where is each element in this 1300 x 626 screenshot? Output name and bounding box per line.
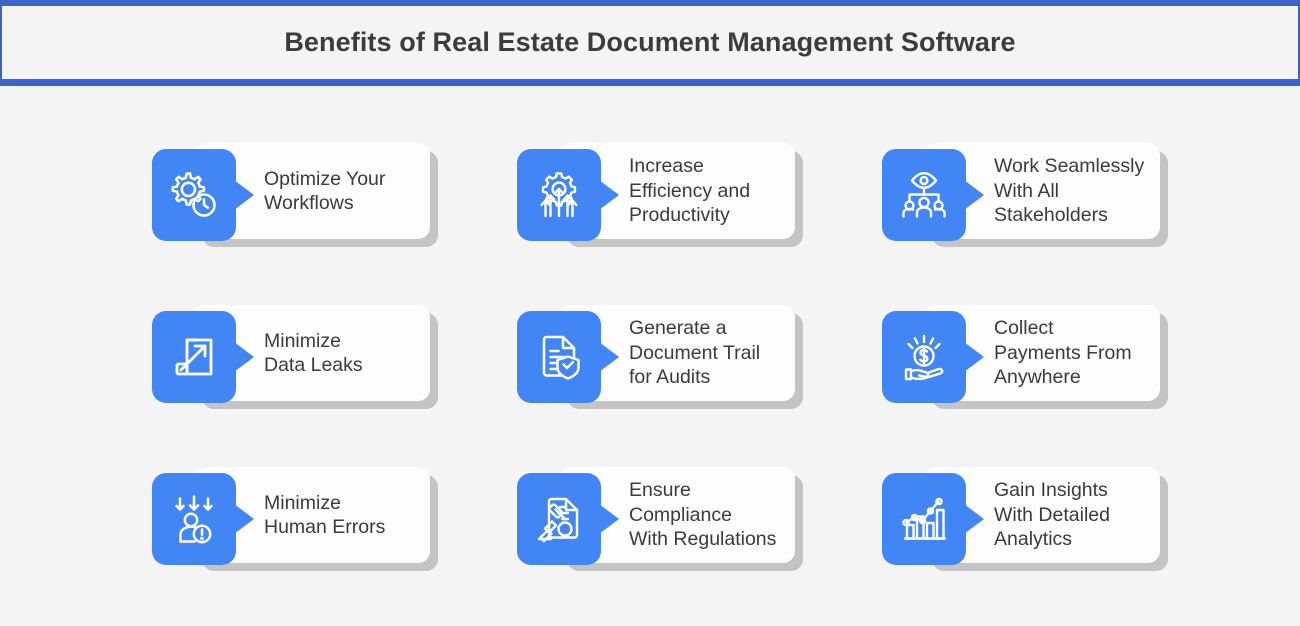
header-banner: Benefits of Real Estate Document Managem… (0, 0, 1300, 86)
card-pointer-triangle (964, 342, 984, 372)
benefit-label: Generate a Document Trail for Audits (629, 317, 761, 389)
card-pointer-triangle (599, 342, 619, 372)
benefit-card[interactable]: Optimize Your Workflows (152, 143, 438, 247)
benefit-label: Optimize Your Workflows (264, 167, 386, 215)
card-pointer-triangle (234, 504, 254, 534)
benefit-card[interactable]: Work Seamlessly With All Stakeholders (882, 143, 1168, 247)
benefit-card[interactable]: Minimize Human Errors (152, 467, 438, 571)
benefit-card[interactable]: Minimize Data Leaks (152, 305, 438, 409)
benefit-label: Minimize Data Leaks (264, 329, 363, 377)
bar-chart-trend-icon (882, 473, 966, 565)
benefit-label: Gain Insights With Detailed Analytics (994, 479, 1110, 551)
benefit-label: Ensure Compliance With Regulations (629, 479, 777, 551)
page-title: Benefits of Real Estate Document Managem… (284, 27, 1016, 57)
benefit-card[interactable]: Ensure Compliance With Regulations (517, 467, 803, 571)
document-shield-check-icon (517, 311, 601, 403)
hand-dollar-coin-icon (882, 311, 966, 403)
benefit-label: Collect Payments From Anywhere (994, 317, 1132, 389)
benefit-card[interactable]: Collect Payments From Anywhere (882, 305, 1168, 409)
card-pointer-triangle (964, 504, 984, 534)
benefit-label: Minimize Human Errors (264, 491, 386, 539)
person-down-arrows-alert-icon (152, 473, 236, 565)
benefit-card[interactable]: Gain Insights With Detailed Analytics (882, 467, 1168, 571)
card-pointer-triangle (599, 180, 619, 210)
card-pointer-triangle (234, 180, 254, 210)
card-pointer-triangle (599, 504, 619, 534)
benefits-grid: Optimize Your Workflows Increase Efficie… (152, 143, 1172, 571)
gavel-document-icon (517, 473, 601, 565)
eye-team-hierarchy-icon (882, 149, 966, 241)
gear-arrows-up-icon (517, 149, 601, 241)
gear-clock-icon (152, 149, 236, 241)
card-pointer-triangle (234, 342, 254, 372)
benefit-card[interactable]: Increase Efficiency and Productivity (517, 143, 803, 247)
benefit-card[interactable]: Generate a Document Trail for Audits (517, 305, 803, 409)
benefit-label: Increase Efficiency and Productivity (629, 155, 751, 227)
benefit-label: Work Seamlessly With All Stakeholders (994, 155, 1145, 227)
square-expand-arrow-icon (152, 311, 236, 403)
card-pointer-triangle (964, 180, 984, 210)
